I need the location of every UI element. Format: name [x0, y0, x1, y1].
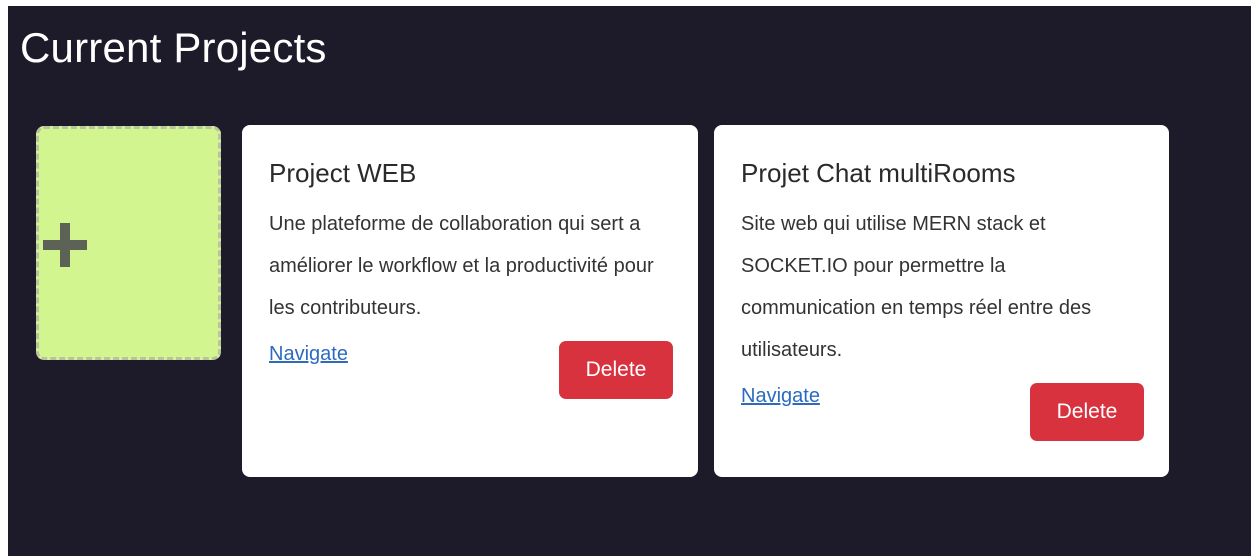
add-project-card[interactable]	[36, 126, 221, 360]
delete-button[interactable]: Delete	[1030, 383, 1144, 441]
project-card: Projet Chat multiRooms Site web qui util…	[714, 125, 1169, 477]
projects-page: Current Projects Project WEB Une platefo…	[8, 6, 1251, 556]
delete-button[interactable]: Delete	[559, 341, 673, 399]
project-description: Site web qui utilise MERN stack et SOCKE…	[741, 213, 1092, 361]
page-title: Current Projects	[20, 24, 327, 71]
plus-icon	[43, 223, 87, 267]
project-card: Project WEB Une plateforme de collaborat…	[242, 125, 698, 477]
navigate-link[interactable]: Navigate	[269, 343, 348, 366]
project-title: Projet Chat multiRooms	[741, 158, 1016, 188]
project-title: Project WEB	[269, 158, 417, 188]
project-description: Une plateforme de collaboration qui sert…	[269, 213, 654, 319]
card-actions: Navigate Delete	[741, 383, 1144, 445]
card-actions: Navigate Delete	[269, 341, 673, 403]
navigate-link[interactable]: Navigate	[741, 385, 820, 408]
